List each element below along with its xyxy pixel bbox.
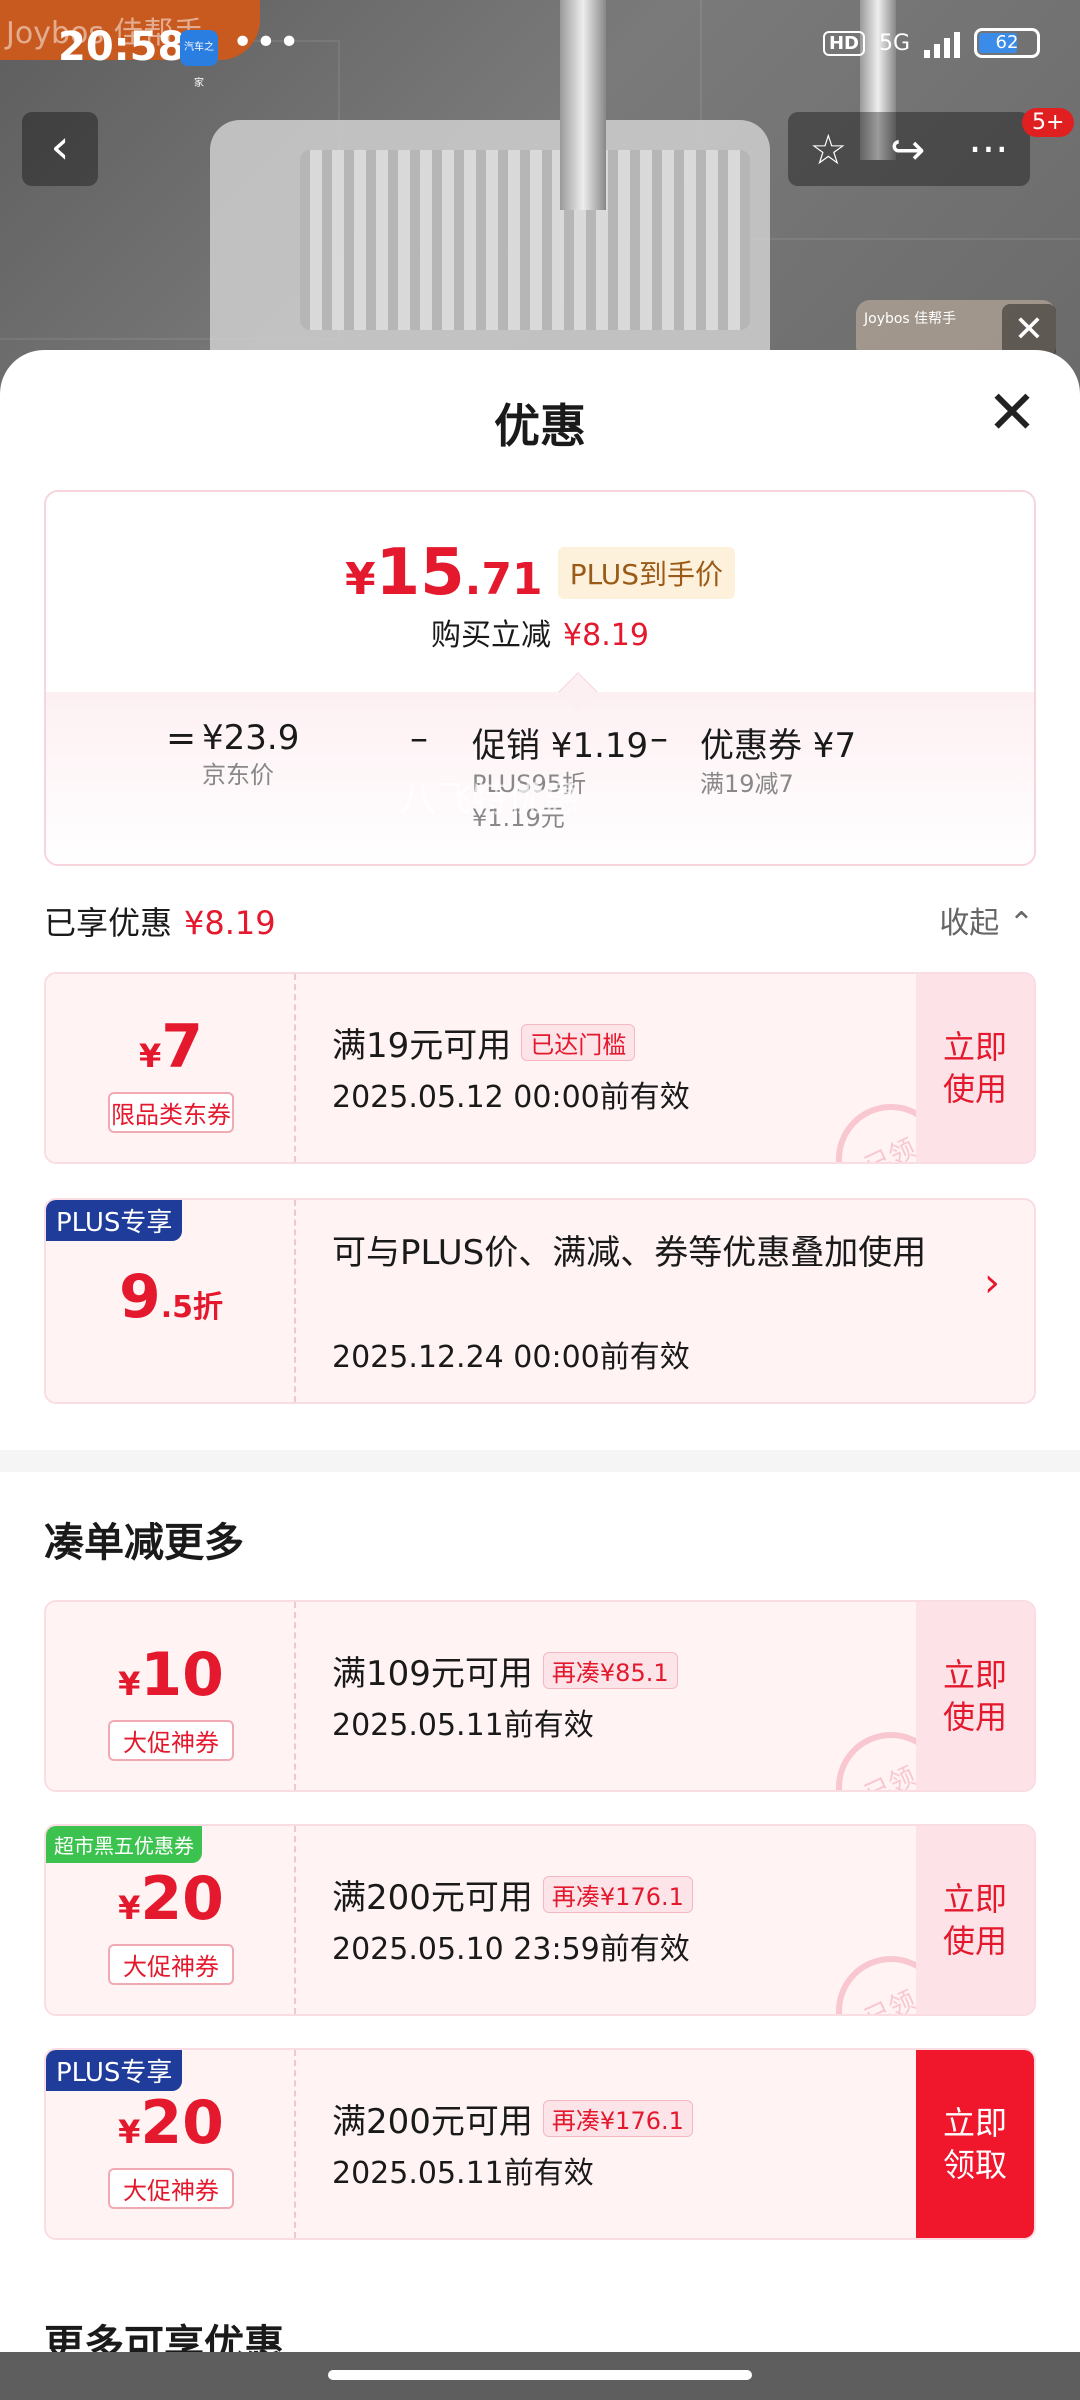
- coupon-value: 优惠券 ¥7: [700, 726, 857, 766]
- coupon-value: ¥20: [118, 1864, 224, 1934]
- equals-sign: =: [166, 718, 197, 759]
- discount-rate: 9.5折: [118, 1262, 224, 1332]
- coupon-card: ¥7 限品类东券 满19元可用 已达门槛 2025.05.12 00:00前有效 …: [44, 972, 1036, 1164]
- battery-level: 62: [995, 32, 1019, 53]
- overlay-watermark: 八飞特优惠: [400, 779, 581, 820]
- status-icons: HD 5G 62: [822, 28, 1040, 58]
- coupon-card: ¥10 大促神券 满109元可用 再凑¥85.1 2025.05.11前有效 已领…: [44, 1600, 1036, 1792]
- sheet-title: 优惠: [494, 399, 586, 453]
- back-button[interactable]: ‹: [22, 112, 98, 186]
- add-more-tag: 再凑¥176.1: [542, 1876, 693, 1913]
- jd-price-value: ¥23.9: [202, 718, 300, 758]
- coupon-condition: 满19元可用 已达门槛: [332, 1018, 636, 1067]
- plus-exclusive-badge: PLUS专享: [46, 1200, 183, 1241]
- final-price: ¥15.71: [344, 536, 543, 610]
- coupon-value: ¥7: [138, 1012, 203, 1082]
- section-divider: [0, 1450, 1080, 1472]
- coupon-condition: 满200元可用 再凑¥176.1: [332, 2094, 693, 2143]
- reduce-amount: ¥8.19: [563, 618, 649, 653]
- coupon-validity: 2025.05.10 23:59前有效: [332, 1932, 690, 1967]
- add-more-tag: 再凑¥85.1: [542, 1652, 678, 1689]
- threshold-tag: 已达门槛: [521, 1024, 636, 1061]
- coupon-type: 限品类东券: [108, 1092, 234, 1133]
- hd-voice-icon: HD: [822, 30, 865, 56]
- instant-reduce: 购买立减 ¥8.19: [46, 610, 1034, 654]
- more-icon[interactable]: ···: [968, 125, 1008, 174]
- close-icon[interactable]: ✕: [984, 383, 1040, 444]
- broom-bristles-image: [300, 150, 750, 330]
- chevron-right-icon[interactable]: ›: [984, 1260, 1000, 1306]
- jd-price-label: 京东价: [202, 761, 274, 789]
- message-count-badge: 5+: [1022, 108, 1075, 137]
- collapse-button[interactable]: 收起 ⌃: [939, 898, 1034, 942]
- coupon-condition: 满200元可用 再凑¥176.1: [332, 1870, 693, 1919]
- discount-sheet: 优惠 ✕ ¥15.71 PLUS到手价 购买立减 ¥8.19 = ¥23.9 京东…: [0, 350, 1080, 2400]
- home-indicator[interactable]: [328, 2370, 752, 2380]
- coupon-type: 大促神券: [108, 1720, 234, 1761]
- use-now-button[interactable]: 立即 使用: [916, 1602, 1034, 1790]
- coupon-type: 大促神券: [108, 1944, 234, 1985]
- use-now-button[interactable]: 立即 使用: [916, 1826, 1034, 2014]
- coupon-card: PLUS专享 ¥20 大促神券 满200元可用 再凑¥176.1 2025.05.…: [44, 2048, 1036, 2240]
- coupon-validity: 2025.05.12 00:00前有效: [332, 1080, 690, 1115]
- claim-now-button[interactable]: 立即 领取: [916, 2050, 1034, 2238]
- coupon-card: 超市黑五优惠券 ¥20 大促神券 满200元可用 再凑¥176.1 2025.05…: [44, 1824, 1036, 2016]
- more-notifications-icon: •••: [232, 22, 302, 63]
- final-price-row: ¥15.71 PLUS到手价: [46, 536, 1034, 610]
- coupon-type: 大促神券: [108, 2168, 234, 2209]
- add-more-tag: 再凑¥176.1: [542, 2100, 693, 2137]
- reduce-label: 购买立减: [431, 618, 552, 653]
- supermarket-black-friday-badge: 超市黑五优惠券: [46, 1826, 202, 1863]
- minus-sign: –: [650, 718, 668, 759]
- plus-exclusive-badge: PLUS专享: [46, 2050, 183, 2091]
- promo-value: 促销 ¥1.19: [472, 726, 649, 766]
- enjoyed-amount: ¥8.19: [184, 904, 276, 942]
- network-type: 5G: [878, 30, 910, 56]
- plus-validity: 2025.12.24 00:00前有效: [332, 1340, 690, 1375]
- enjoyed-label: 已享优惠: [44, 904, 173, 942]
- clock: 20:58: [58, 24, 186, 70]
- plus-description: 可与PLUS价、满减、券等优惠叠加使用: [332, 1233, 927, 1273]
- jd-price: ¥23.9 京东价: [202, 718, 299, 792]
- coupon-validity: 2025.05.11前有效: [332, 1708, 594, 1743]
- coupon-rule: 满19减7: [700, 770, 794, 798]
- coupon-condition: 满109元可用 再凑¥85.1: [332, 1646, 678, 1695]
- signal-icon: [924, 28, 960, 58]
- status-bar: 20:58 汽车之家 ••• HD 5G 62: [0, 0, 1080, 100]
- plus-price-tag: PLUS到手价: [557, 547, 736, 599]
- favorite-icon[interactable]: ☆: [810, 125, 848, 174]
- coupon-value: ¥20: [118, 2088, 224, 2158]
- battery-icon: 62: [974, 28, 1040, 58]
- plus-discount-card[interactable]: PLUS专享 9.5折 可与PLUS价、满减、券等优惠叠加使用 2025.12.…: [44, 1198, 1036, 1404]
- section-title: 凑单减更多: [44, 1520, 244, 1566]
- coupon-validity: 2025.05.11前有效: [332, 2156, 594, 2191]
- coupon-discount: 优惠券 ¥7 满19减7: [700, 718, 856, 801]
- minus-sign: –: [410, 718, 428, 759]
- product-toolbar: ☆ ↪ ···: [788, 112, 1030, 186]
- app-notification-icon: 汽车之家: [180, 30, 218, 89]
- use-now-button[interactable]: 立即 使用: [916, 974, 1034, 1162]
- enjoyed-discount: 已享优惠 ¥8.19: [44, 898, 276, 944]
- share-icon[interactable]: ↪: [890, 125, 925, 174]
- coupon-value: ¥10: [118, 1640, 224, 1710]
